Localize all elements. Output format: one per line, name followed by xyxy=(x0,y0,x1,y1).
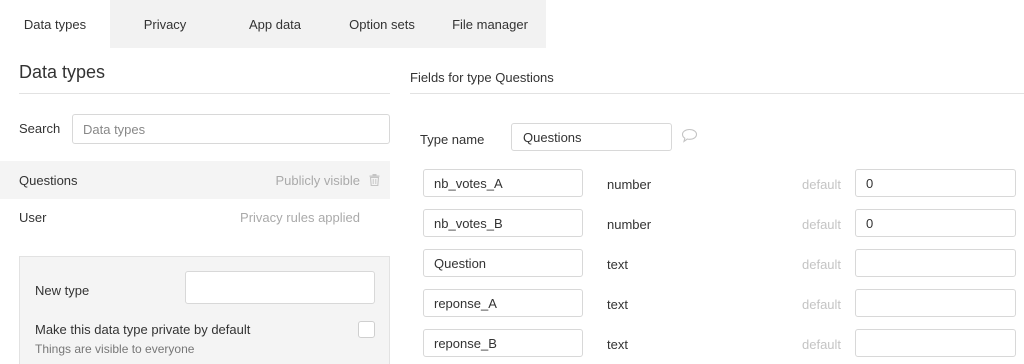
field-type[interactable]: text xyxy=(607,257,628,272)
tab-privacy[interactable]: Privacy xyxy=(110,0,220,48)
private-by-default-label: Make this data type private by default xyxy=(35,322,251,337)
comment-icon[interactable] xyxy=(681,128,698,143)
tab-app-data[interactable]: App data xyxy=(220,0,330,48)
field-name-input[interactable] xyxy=(423,329,583,357)
new-type-label: New type xyxy=(35,283,90,298)
field-type[interactable]: number xyxy=(607,217,651,232)
default-value-input[interactable] xyxy=(855,289,1016,317)
default-value-input[interactable] xyxy=(855,249,1016,277)
default-label: default xyxy=(802,337,842,352)
tab-bar: Data types Privacy App data Option sets … xyxy=(0,0,546,48)
search-label: Search xyxy=(19,121,61,136)
field-name-input[interactable] xyxy=(423,289,583,317)
default-label: default xyxy=(802,177,842,192)
type-name-label: Type name xyxy=(420,132,485,147)
field-name-input[interactable] xyxy=(423,169,583,197)
trash-icon[interactable] xyxy=(369,174,380,186)
field-type[interactable]: text xyxy=(607,337,628,352)
tab-option-sets[interactable]: Option sets xyxy=(330,0,434,48)
type-name: Questions xyxy=(19,172,78,188)
tab-file-manager[interactable]: File manager xyxy=(434,0,546,48)
new-type-input[interactable] xyxy=(185,271,375,304)
default-label: default xyxy=(802,297,842,312)
divider xyxy=(19,93,390,94)
default-label: default xyxy=(802,257,842,272)
default-value-input[interactable] xyxy=(855,329,1016,357)
tab-data-types[interactable]: Data types xyxy=(0,0,110,48)
default-value-input[interactable] xyxy=(855,209,1016,237)
type-visibility-status: Privacy rules applied xyxy=(240,209,360,225)
type-list-item[interactable]: User Privacy rules applied xyxy=(0,198,390,236)
search-input[interactable] xyxy=(72,114,390,144)
type-name-input[interactable] xyxy=(511,123,672,151)
field-name-input[interactable] xyxy=(423,209,583,237)
type-list-item[interactable]: Questions Publicly visible xyxy=(0,161,390,199)
fields-title: Fields for type Questions xyxy=(410,70,554,85)
divider xyxy=(410,93,1024,94)
data-types-title: Data types xyxy=(19,62,106,82)
type-visibility-status: Publicly visible xyxy=(275,172,360,188)
field-type[interactable]: number xyxy=(607,177,651,192)
visibility-hint: Things are visible to everyone xyxy=(35,342,195,356)
default-value-input[interactable] xyxy=(855,169,1016,197)
field-name-input[interactable] xyxy=(423,249,583,277)
private-by-default-checkbox[interactable] xyxy=(358,321,375,338)
field-type[interactable]: text xyxy=(607,297,628,312)
type-name: User xyxy=(19,209,47,225)
default-label: default xyxy=(802,217,842,232)
